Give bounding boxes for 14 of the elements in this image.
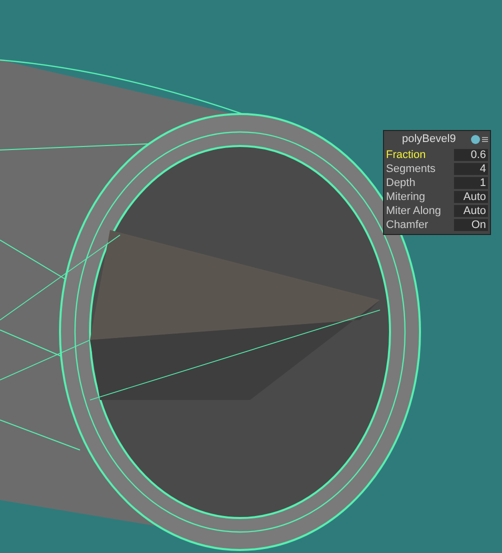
attribute-label[interactable]: Fraction — [386, 148, 426, 162]
attribute-label[interactable]: Segments — [386, 162, 436, 176]
attribute-value-field[interactable]: 0.6 — [454, 148, 488, 160]
attribute-label[interactable]: Chamfer — [386, 218, 428, 232]
attribute-label[interactable]: Mitering — [386, 190, 426, 204]
attribute-value-field[interactable]: Auto — [454, 190, 488, 202]
panel-title: polyBevel9 — [401, 132, 456, 147]
attribute-value-field[interactable]: 4 — [454, 162, 488, 174]
attribute-value-field[interactable]: On — [454, 218, 488, 230]
menu-icon[interactable] — [482, 136, 488, 142]
attribute-label[interactable]: Miter Along — [386, 204, 442, 218]
attribute-value-field[interactable]: Auto — [454, 204, 488, 216]
attribute-value-field[interactable]: 1 — [454, 176, 488, 188]
attribute-label[interactable]: Depth — [386, 176, 416, 190]
